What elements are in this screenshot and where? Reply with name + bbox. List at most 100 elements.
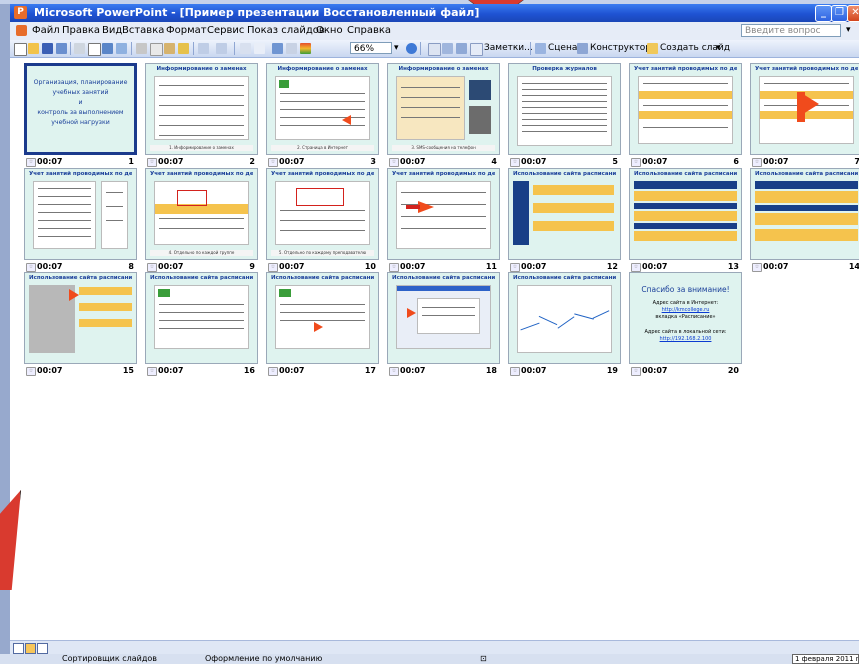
slide-16[interactable]: Использование сайта расписания колледжа … bbox=[145, 272, 258, 387]
maximize-button[interactable]: ❐ bbox=[831, 5, 848, 22]
menu-slideshow[interactable]: Показ слайдов bbox=[247, 25, 325, 36]
transition-icon[interactable]: ☆ bbox=[510, 367, 520, 376]
slide-7[interactable]: Учет занятий проводимых по делению ☆ 00:… bbox=[750, 63, 859, 178]
menu-view[interactable]: Вид bbox=[102, 25, 122, 36]
spelling-icon[interactable] bbox=[102, 43, 113, 54]
slide-thumbnail[interactable]: Учет занятий проводимых по делению 5. От… bbox=[266, 168, 379, 260]
local-address-link[interactable]: http://192.168.2.100 bbox=[636, 336, 735, 342]
document-icon[interactable] bbox=[16, 25, 27, 36]
slide-10[interactable]: Учет занятий проводимых по делению 5. От… bbox=[266, 168, 379, 283]
slide-4[interactable]: Информирование о заменах 3. SMS-сообщени… bbox=[387, 63, 500, 178]
slide-thumbnail[interactable]: Использование сайта расписания колледжа bbox=[629, 168, 742, 260]
transition-icon[interactable]: ☆ bbox=[752, 263, 762, 272]
scene-icon[interactable] bbox=[535, 43, 546, 54]
slide-15[interactable]: Использование сайта расписания колледжа … bbox=[24, 272, 137, 387]
slide-12[interactable]: Использование сайта расписания колледжа … bbox=[508, 168, 621, 283]
undo-icon[interactable] bbox=[198, 43, 209, 54]
hide-slide-icon[interactable] bbox=[428, 43, 441, 56]
transition-icon[interactable]: ☆ bbox=[510, 263, 520, 272]
slide-17[interactable]: Использование сайта расписания колледжа … bbox=[266, 272, 379, 387]
transition-icon[interactable]: ☆ bbox=[26, 367, 36, 376]
transition-icon[interactable]: ☆ bbox=[752, 158, 762, 167]
permission-icon[interactable] bbox=[56, 43, 67, 54]
color-grayscale-icon[interactable] bbox=[300, 43, 311, 54]
slide-14[interactable]: Использование сайта расписания колледжа … bbox=[750, 168, 859, 283]
transition-icon[interactable]: ☆ bbox=[26, 158, 36, 167]
summary-slide-icon[interactable] bbox=[456, 43, 467, 54]
slide-thumbnail[interactable]: Использование сайта расписания колледжа bbox=[266, 272, 379, 364]
slide-5[interactable]: Проверка журналов ☆ 00:07 5 bbox=[508, 63, 621, 178]
notes-button[interactable]: Заметки... bbox=[484, 43, 533, 53]
print-preview-icon[interactable] bbox=[88, 43, 101, 56]
zoom-dropdown-icon[interactable]: ▾ bbox=[394, 43, 399, 53]
print-icon[interactable] bbox=[74, 43, 85, 54]
transition-icon[interactable]: ☆ bbox=[631, 158, 641, 167]
slide-thumbnail[interactable]: Организация, планирование учебных заняти… bbox=[24, 63, 137, 155]
transition-icon[interactable]: ☆ bbox=[631, 263, 641, 272]
slide-thumbnail[interactable]: Учет занятий проводимых по делению bbox=[387, 168, 500, 260]
slide-2[interactable]: Информирование о заменах 1. Информирован… bbox=[145, 63, 258, 178]
transition-icon[interactable]: ☆ bbox=[510, 158, 520, 167]
redo-icon[interactable] bbox=[216, 43, 227, 54]
help-icon[interactable] bbox=[406, 43, 417, 54]
toolbar-options-icon[interactable]: ▾ bbox=[716, 43, 721, 53]
slide-thumbnail[interactable]: Информирование о заменах 3. SMS-сообщени… bbox=[387, 63, 500, 155]
slide-thumbnail[interactable]: Информирование о заменах 1. Информирован… bbox=[145, 63, 258, 155]
transition-icon[interactable]: ☆ bbox=[147, 367, 157, 376]
paste-icon[interactable] bbox=[164, 43, 175, 54]
powerpoint-icon[interactable]: P bbox=[14, 6, 27, 19]
slide-13[interactable]: Использование сайта расписания колледжа … bbox=[629, 168, 742, 283]
slide-8[interactable]: Учет занятий проводимых по делению ☆ 00:… bbox=[24, 168, 137, 283]
slide-thumbnail[interactable]: Учет занятий проводимых по делению bbox=[750, 63, 859, 155]
site-address-link[interactable]: http://kmcollege.ru bbox=[636, 307, 735, 313]
notes-icon[interactable] bbox=[470, 43, 483, 56]
transition-icon[interactable]: ☆ bbox=[268, 158, 278, 167]
chart-icon[interactable] bbox=[240, 43, 251, 54]
slide-thumbnail[interactable]: Учет занятий проводимых по делению 4. От… bbox=[145, 168, 258, 260]
expand-slide-icon[interactable] bbox=[272, 43, 283, 54]
menu-insert[interactable]: Вставка bbox=[122, 25, 164, 36]
transition-icon[interactable]: ☆ bbox=[268, 367, 278, 376]
ask-question-input[interactable]: Введите вопрос bbox=[741, 24, 841, 37]
menu-tools[interactable]: Сервис bbox=[207, 25, 244, 36]
new-file-icon[interactable] bbox=[14, 43, 27, 56]
spelling-status-icon[interactable]: ⊡ bbox=[480, 654, 487, 663]
transition-icon[interactable]: ☆ bbox=[147, 263, 157, 272]
slide-thumbnail[interactable]: Спасибо за внимание! Адрес сайта в Интер… bbox=[629, 272, 742, 364]
slide-thumbnail[interactable]: Проверка журналов bbox=[508, 63, 621, 155]
slide-20[interactable]: Спасибо за внимание! Адрес сайта в Интер… bbox=[629, 272, 742, 387]
slide-sorter-view-icon[interactable] bbox=[25, 643, 36, 654]
slide-18[interactable]: Использование сайта расписания колледжа … bbox=[387, 272, 500, 387]
open-folder-icon[interactable] bbox=[28, 43, 39, 54]
slide-1[interactable]: Организация, планирование учебных заняти… bbox=[24, 63, 137, 178]
transition-icon[interactable]: ☆ bbox=[147, 158, 157, 167]
slide-6[interactable]: Учет занятий проводимых по делению ☆ 00:… bbox=[629, 63, 742, 178]
slide-thumbnail[interactable]: Использование сайта расписания колледжа bbox=[508, 272, 621, 364]
close-button[interactable]: ✕ bbox=[847, 5, 859, 22]
transition-icon[interactable]: ☆ bbox=[389, 263, 399, 272]
slide-11[interactable]: Учет занятий проводимых по делению ☆ 00:… bbox=[387, 168, 500, 283]
slide-thumbnail[interactable]: Учет занятий проводимых по делению bbox=[24, 168, 137, 260]
menu-help[interactable]: Справка bbox=[347, 25, 391, 36]
slide-19[interactable]: Использование сайта расписания колледжа … bbox=[508, 272, 621, 387]
slide-thumbnail[interactable]: Использование сайта расписания колледжа bbox=[750, 168, 859, 260]
scene-button[interactable]: Сцена bbox=[548, 43, 577, 53]
normal-view-icon[interactable] bbox=[13, 643, 24, 654]
research-icon[interactable] bbox=[116, 43, 127, 54]
format-painter-icon[interactable] bbox=[178, 43, 189, 54]
cut-icon[interactable] bbox=[136, 43, 147, 54]
slide-thumbnail[interactable]: Информирование о заменах 2. Страница в И… bbox=[266, 63, 379, 155]
slide-thumbnail[interactable]: Использование сайта расписания колледжа bbox=[387, 272, 500, 364]
menu-edit[interactable]: Правка bbox=[62, 25, 100, 36]
transition-icon[interactable]: ☆ bbox=[389, 367, 399, 376]
minimize-button[interactable]: _ bbox=[815, 5, 832, 22]
slideshow-view-icon[interactable] bbox=[37, 643, 48, 654]
save-icon[interactable] bbox=[42, 43, 53, 54]
slide-thumbnail[interactable]: Использование сайта расписания колледжа bbox=[145, 272, 258, 364]
menu-window[interactable]: Окно bbox=[316, 25, 343, 36]
transition-icon[interactable]: ☆ bbox=[26, 263, 36, 272]
slide-thumbnail[interactable]: Использование сайта расписания колледжа bbox=[24, 272, 137, 364]
new-slide-icon[interactable] bbox=[647, 43, 658, 54]
grid-icon[interactable] bbox=[286, 43, 297, 54]
transition-icon[interactable]: ☆ bbox=[389, 158, 399, 167]
